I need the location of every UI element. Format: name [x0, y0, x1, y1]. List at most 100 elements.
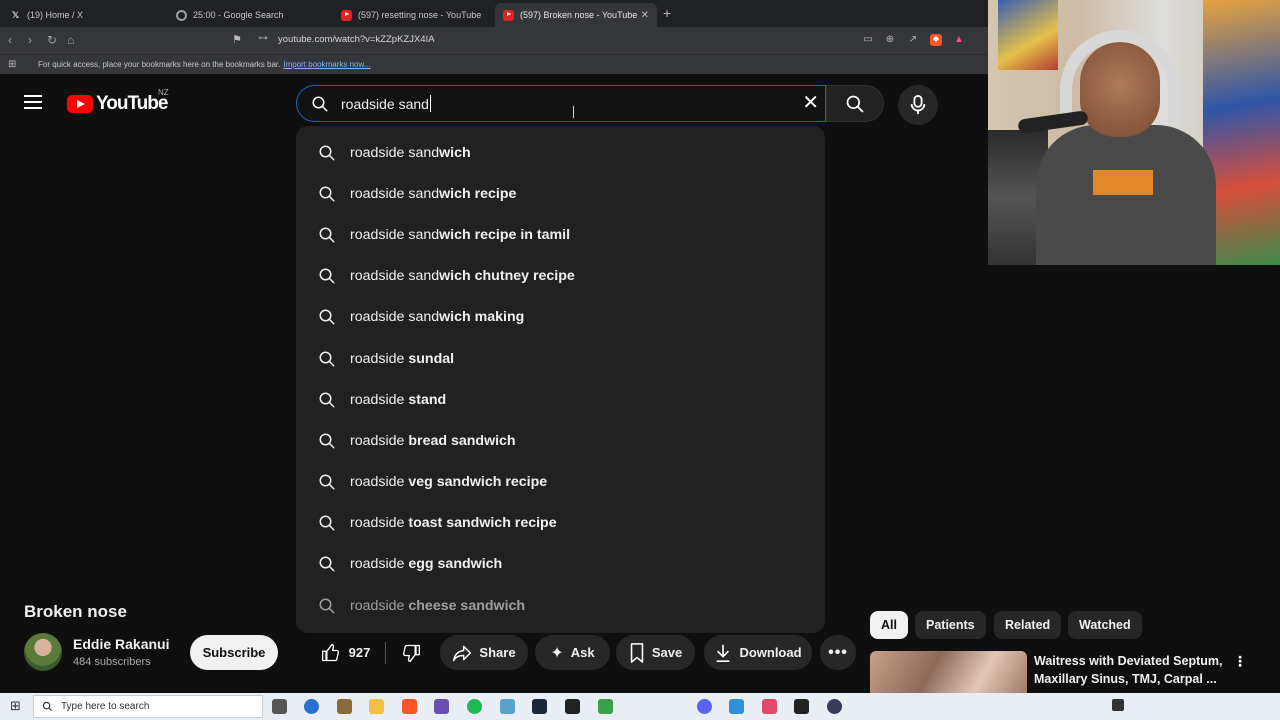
steam-icon[interactable]: [532, 699, 547, 714]
search-icon: [846, 95, 864, 112]
search-suggestion[interactable]: roadside veg sandwich recipe: [296, 462, 825, 503]
windows-start-icon[interactable]: ⊞: [10, 698, 21, 714]
edge-browser-icon[interactable]: [304, 699, 319, 714]
close-tab-icon[interactable]: ✕: [641, 10, 649, 21]
poster-image: [998, 0, 1058, 70]
camera-icon[interactable]: [565, 699, 580, 714]
brave-rewards-icon[interactable]: ▲: [953, 34, 965, 46]
brave-browser-icon[interactable]: [402, 699, 417, 714]
app-icon[interactable]: [500, 699, 515, 714]
bookmark-icon[interactable]: ⚑: [232, 33, 242, 46]
spotify-icon[interactable]: [467, 699, 482, 714]
share-page-icon[interactable]: ↗: [907, 34, 919, 46]
suggestion-prefix: roadside sand: [350, 268, 440, 285]
chip-watched[interactable]: Watched: [1068, 611, 1142, 639]
search-suggestion[interactable]: roadside stand: [296, 379, 825, 420]
search-suggestion[interactable]: roadside sundal: [296, 338, 825, 379]
like-button[interactable]: 927: [321, 643, 370, 663]
app-icon[interactable]: [434, 699, 449, 714]
tab-x-home[interactable]: 𝕏 (19) Home / X: [2, 3, 167, 27]
tab-broken-nose[interactable]: (597) Broken nose - YouTube ✕: [495, 3, 657, 27]
back-icon[interactable]: ‹: [8, 33, 12, 47]
hoodie-stripe: [1093, 170, 1153, 195]
ask-button[interactable]: ✦ Ask: [535, 635, 610, 670]
suggestion-completion: veg sandwich recipe: [408, 474, 548, 491]
search-icon: [319, 186, 335, 202]
search-query-text[interactable]: roadside sand: [341, 95, 431, 112]
app-icon[interactable]: [598, 699, 613, 714]
clear-search-icon[interactable]: ✕: [802, 93, 819, 113]
zoom-icon[interactable]: ⊕: [884, 34, 896, 46]
tab-google-search[interactable]: 25:00 - Google Search: [168, 3, 333, 27]
chip-patients[interactable]: Patients: [915, 611, 986, 639]
obs-icon[interactable]: [827, 699, 842, 714]
recommended-video-title[interactable]: Waitress with Deviated Septum, Maxillary…: [1034, 652, 1229, 688]
chip-all[interactable]: All: [870, 611, 908, 639]
chip-related[interactable]: Related: [994, 611, 1062, 639]
tab-resetting-nose[interactable]: (597) resetting nose - YouTube: [333, 3, 493, 27]
youtube-logo[interactable]: YouTube NZ: [67, 88, 169, 115]
subscribe-button[interactable]: Subscribe: [190, 635, 278, 670]
search-icon: [319, 268, 335, 284]
save-label: Save: [651, 645, 683, 660]
like-dislike-group: 927: [310, 635, 432, 670]
search-suggestion[interactable]: roadside egg sandwich: [296, 544, 825, 585]
home-icon[interactable]: ⌂: [67, 33, 74, 47]
voice-search-button[interactable]: [898, 85, 938, 125]
channel-avatar[interactable]: [24, 633, 62, 671]
subscriber-count: 484 subscribers: [73, 656, 151, 668]
search-suggestion[interactable]: roadside sand wich making: [296, 297, 825, 338]
app-icon[interactable]: [762, 699, 777, 714]
task-view-icon[interactable]: [272, 699, 287, 714]
app-icon[interactable]: [794, 699, 809, 714]
search-suggestion[interactable]: roadside sand wich recipe: [296, 173, 825, 214]
new-tab-icon[interactable]: +: [663, 5, 671, 21]
search-button[interactable]: [826, 85, 884, 122]
share-button[interactable]: Share: [440, 635, 528, 670]
suggestion-completion: wich: [439, 144, 471, 161]
discord-icon[interactable]: [697, 699, 712, 714]
file-explorer-icon[interactable]: [369, 699, 384, 714]
suggestion-prefix: roadside: [350, 515, 409, 532]
search-query-value: roadside sand: [341, 96, 429, 112]
search-suggestion[interactable]: roadside cheese sandwich: [296, 585, 825, 626]
search-input[interactable]: roadside sand ✕: [296, 85, 826, 122]
search-icon: [319, 351, 335, 367]
save-button[interactable]: Save: [616, 635, 695, 670]
search-suggestion[interactable]: roadside bread sandwich: [296, 420, 825, 461]
more-vertical-icon[interactable]: ⋮: [1233, 653, 1247, 670]
system-tray-icon[interactable]: [1112, 699, 1124, 711]
search-icon: [319, 227, 335, 243]
dislike-button[interactable]: [401, 643, 421, 663]
import-bookmarks-link[interactable]: Import bookmarks now...: [283, 60, 370, 69]
forward-icon[interactable]: ›: [28, 33, 32, 47]
cast-icon[interactable]: ▭: [862, 34, 874, 46]
search-icon: [319, 598, 335, 614]
search-suggestion[interactable]: roadside sand wich recipe in tamil: [296, 214, 825, 255]
channel-name[interactable]: Eddie Rakanui: [73, 636, 169, 652]
divider: [385, 641, 387, 664]
download-icon: [717, 644, 730, 662]
download-button[interactable]: Download: [704, 635, 812, 670]
thumbs-down-icon: [403, 644, 421, 662]
brave-shield-icon[interactable]: ◆: [930, 34, 942, 46]
google-icon: [176, 9, 187, 21]
more-actions-button[interactable]: •••: [820, 635, 856, 670]
site-info-icon[interactable]: ⊶: [258, 33, 268, 44]
suggestion-prefix: roadside: [350, 432, 409, 449]
app-icon[interactable]: [337, 699, 352, 714]
tab-title: (597) resetting nose - YouTube: [358, 10, 482, 20]
search-icon: [319, 309, 335, 325]
reload-icon[interactable]: ↻: [47, 33, 57, 47]
url-field[interactable]: youtube.com/watch?v=kZZpKZJX4IA: [278, 34, 435, 45]
menu-icon[interactable]: [24, 95, 42, 109]
search-suggestion[interactable]: roadside sand wich chutney recipe: [296, 256, 825, 297]
taskbar-search-placeholder: Type here to search: [61, 701, 150, 712]
app-icon[interactable]: [729, 699, 744, 714]
recommended-video-thumbnail[interactable]: [870, 651, 1027, 693]
apps-grid-icon[interactable]: ⊞: [8, 59, 16, 70]
taskbar-search-input[interactable]: Type here to search: [33, 695, 263, 718]
search-suggestion[interactable]: roadside sand wich: [296, 132, 825, 173]
microphone-icon: [910, 95, 926, 115]
search-suggestion[interactable]: roadside toast sandwich recipe: [296, 503, 825, 544]
